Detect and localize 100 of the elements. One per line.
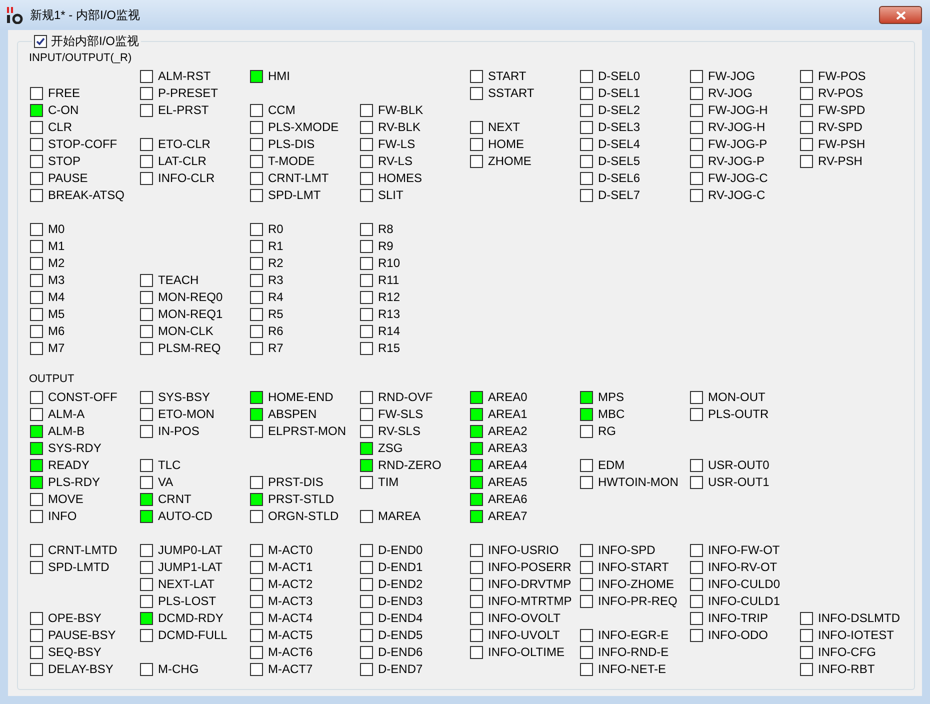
io-label: INFO [48, 508, 77, 525]
io-label: EL-PRST [158, 102, 209, 119]
io-label: RND-ZERO [378, 457, 442, 474]
io-label: PAUSE-BSY [48, 627, 116, 644]
io-label: RV-PSH [818, 153, 862, 170]
io-label: FW-JOG-C [708, 170, 768, 187]
io-label: NEXT-LAT [158, 576, 214, 593]
io-label: JUMP1-LAT [158, 559, 222, 576]
io-label: RV-BLK [378, 119, 420, 136]
io-label: INFO-RBT [818, 661, 875, 678]
io-label: CCM [268, 102, 296, 119]
io-label: RV-JOG-H [708, 119, 766, 136]
io-label: D-END1 [378, 559, 423, 576]
io-label: TLC [158, 457, 181, 474]
io-label: R6 [268, 323, 284, 340]
io-label: R14 [378, 323, 400, 340]
io-label: D-END0 [378, 542, 423, 559]
io-label: R0 [268, 221, 284, 238]
io-label: MAREA [378, 508, 421, 525]
io-label: FW-SLS [378, 406, 424, 423]
io-label: MBC [598, 406, 625, 423]
io-label: INFO-USRIO [488, 542, 559, 559]
io-label: LAT-CLR [158, 153, 206, 170]
io-label: INFO-SPD [598, 542, 656, 559]
io-label: D-SEL2 [598, 102, 640, 119]
io-label: C-ON [48, 102, 79, 119]
io-label: R5 [268, 306, 284, 323]
io-label: R9 [378, 238, 394, 255]
io-label: D-SEL0 [598, 68, 640, 85]
io-label: D-SEL4 [598, 136, 640, 153]
io-label: FREE [48, 85, 80, 102]
io-label: M5 [48, 306, 65, 323]
io-label: RV-JOG-C [708, 187, 766, 204]
io-label: START [488, 68, 526, 85]
io-label: USR-OUT1 [708, 474, 770, 491]
io-label: ABSPEN [268, 406, 317, 423]
io-label: INFO-MTRTMP [488, 593, 572, 610]
io-label: M2 [48, 255, 65, 272]
monitor-checkbox[interactable] [34, 34, 47, 48]
io-label: PLS-OUTR [708, 406, 769, 423]
io-label: R11 [378, 272, 400, 289]
io-label: CRNT-LMTD [48, 542, 118, 559]
io-label: M4 [48, 289, 65, 306]
io-label: R13 [378, 306, 400, 323]
io-label: STOP [48, 153, 80, 170]
io-label: FW-PSH [818, 136, 866, 153]
io-label: INFO-CULD1 [708, 593, 780, 610]
monitor-checkbox-label: 开始内部I/O监视 [51, 34, 140, 48]
io-label: CRNT [158, 491, 192, 508]
io-label: MOVE [48, 491, 84, 508]
io-label: ETO-MON [158, 406, 214, 423]
check-icon [36, 36, 45, 46]
io-label: INFO-ODO [708, 627, 768, 644]
io-label: PLS-RDY [48, 474, 100, 491]
close-button[interactable] [879, 6, 922, 24]
io-label: SYS-BSY [158, 389, 210, 406]
io-label: TEACH [158, 272, 199, 289]
io-label: INFO-RV-OT [708, 559, 778, 576]
io-label: FW-SPD [818, 102, 866, 119]
io-label: FW-JOG [708, 68, 756, 85]
io-label: M6 [48, 323, 65, 340]
io-label: USR-OUT0 [708, 457, 770, 474]
io-label: R12 [378, 289, 400, 306]
io-label: TIM [378, 474, 399, 491]
io-label: INFO-DSLMTD [818, 610, 900, 627]
io-label: INFO-CFG [818, 644, 876, 661]
io-label: INFO-FW-OT [708, 542, 780, 559]
io-label: INFO-RND-E [598, 644, 669, 661]
io-label: PRST-DIS [268, 474, 324, 491]
io-label: INFO-DRVTMP [488, 576, 572, 593]
io-label: D-END2 [378, 576, 423, 593]
io-label: FW-POS [818, 68, 866, 85]
io-label: R7 [268, 340, 284, 357]
io-label: M1 [48, 238, 65, 255]
io-label: INFO-UVOLT [488, 627, 560, 644]
io-label: INFO-CLR [158, 170, 215, 187]
io-label: CLR [48, 119, 72, 136]
io-label: FW-JOG-H [708, 102, 768, 119]
io-label: PLS-DIS [268, 136, 315, 153]
io-label: DCMD-FULL [158, 627, 228, 644]
io-label: AREA5 [488, 474, 528, 491]
io-label: READY [48, 457, 90, 474]
io-label: RV-LS [378, 153, 412, 170]
io-label: INFO-NET-E [598, 661, 666, 678]
io-label: SSTART [488, 85, 534, 102]
io-label: MON-REQ0 [158, 289, 223, 306]
io-label: D-SEL1 [598, 85, 640, 102]
io-label: SLIT [378, 187, 404, 204]
io-label: M-ACT1 [268, 559, 313, 576]
io-label: CONST-OFF [48, 389, 118, 406]
io-label: INFO-ZHOME [598, 576, 674, 593]
io-label: AREA6 [488, 491, 528, 508]
io-label: M0 [48, 221, 65, 238]
io-label: NEXT [488, 119, 520, 136]
io-label: AREA4 [488, 457, 528, 474]
io-label: PLS-XMODE [268, 119, 339, 136]
io-label: M7 [48, 340, 65, 357]
io-label: ZSG [378, 440, 403, 457]
io-label: ORGN-STLD [268, 508, 339, 525]
io-label: RV-SPD [818, 119, 862, 136]
